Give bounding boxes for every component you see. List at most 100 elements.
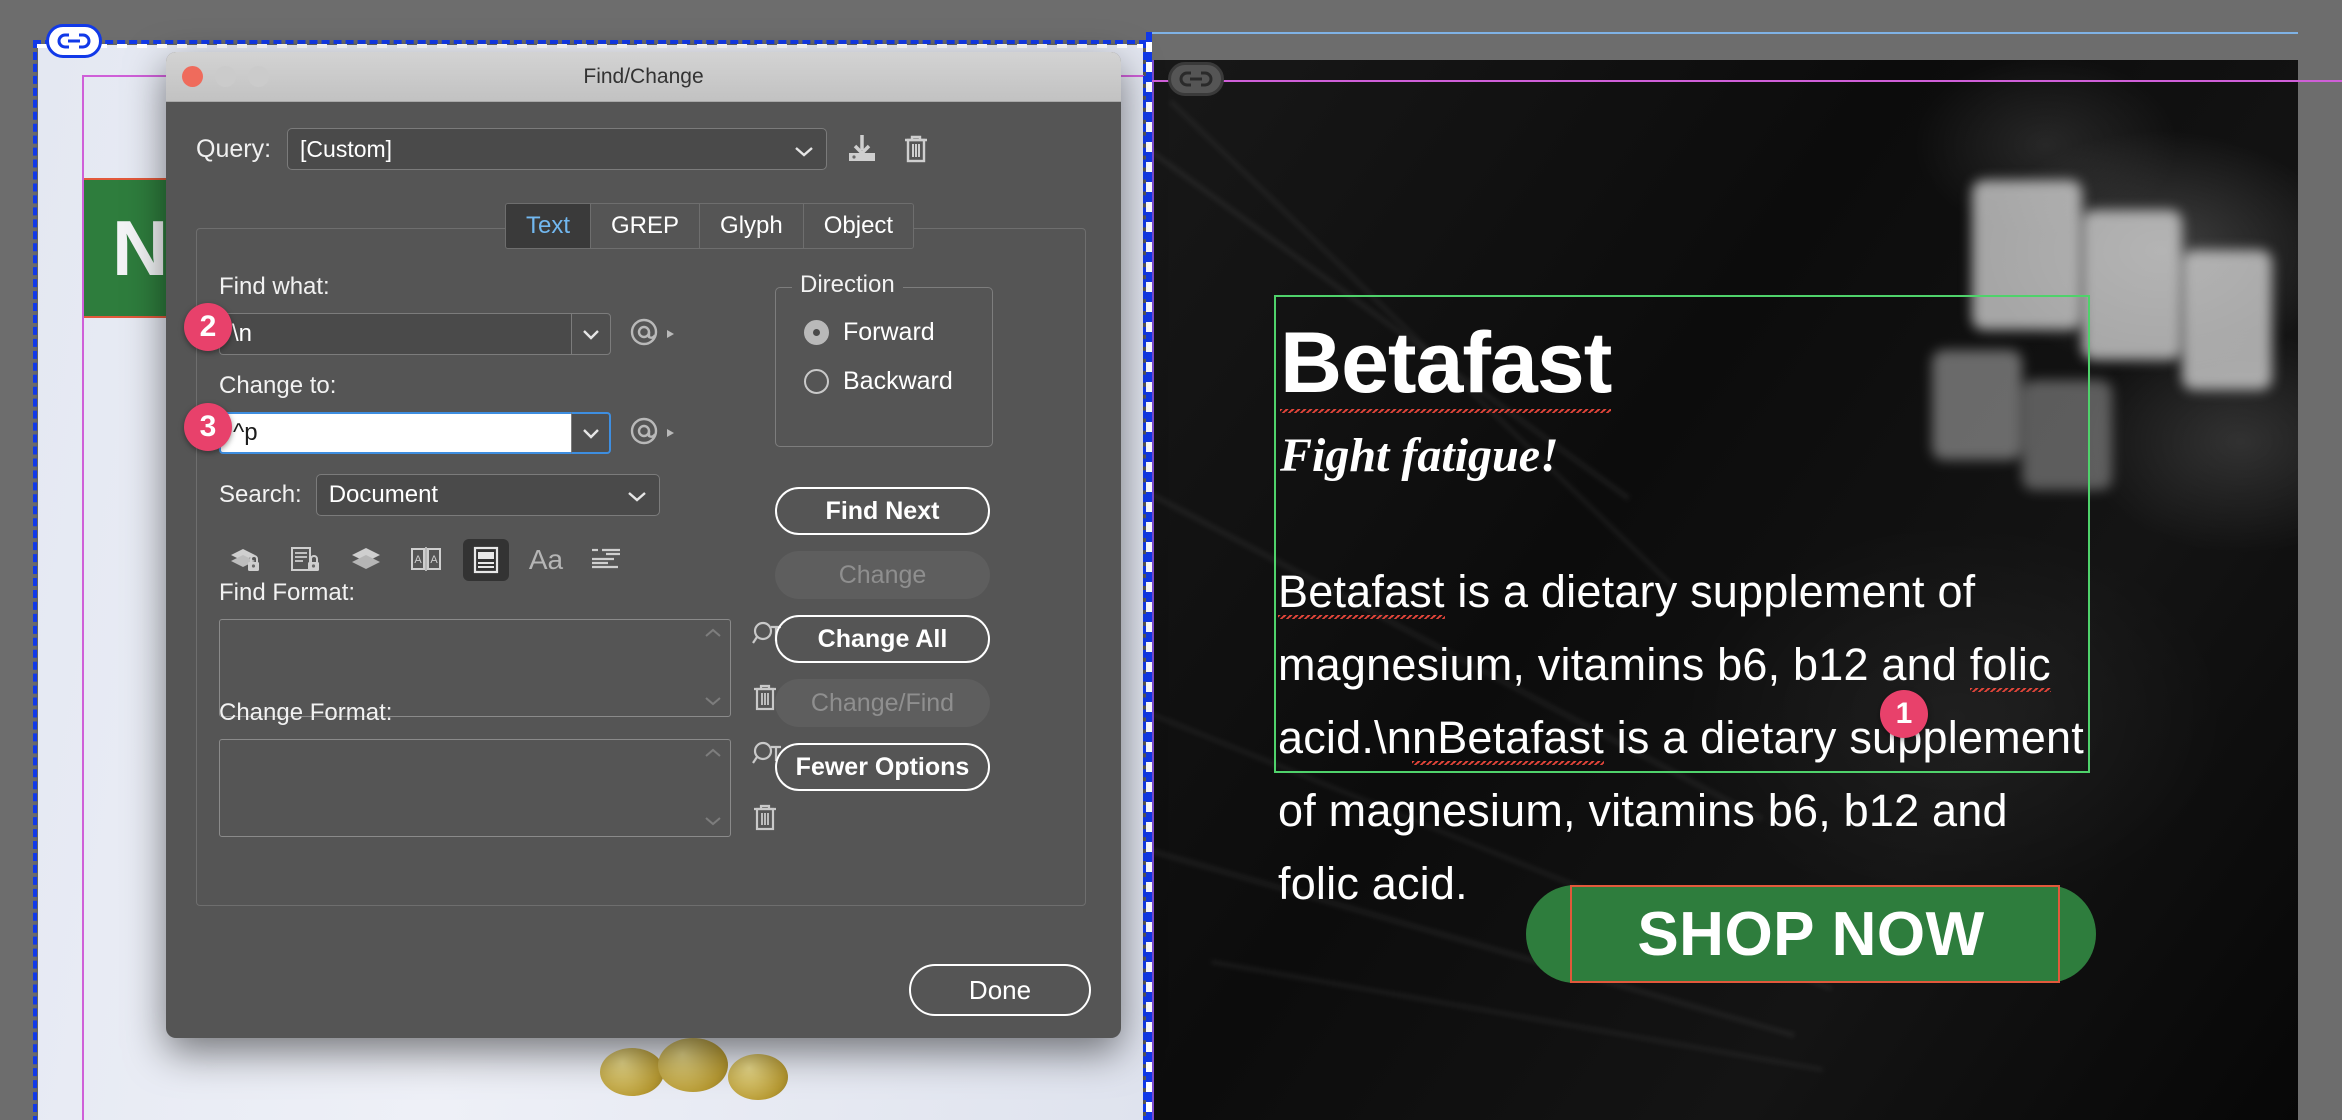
find-next-button[interactable]: Find Next [775,487,990,535]
chevron-down-icon [627,481,647,509]
change-find-button: Change/Find [775,679,990,727]
trash-icon [754,804,776,831]
caret-up-icon [704,745,722,763]
at-sign-icon [630,318,658,346]
change-to-special-chars-button[interactable] [629,416,677,450]
save-query-button[interactable] [843,130,881,168]
search-mode-tabs[interactable]: Text GREP Glyph Object [505,203,915,249]
change-all-button[interactable]: Change All [775,615,990,663]
ad-body-run-4: nBetafast [1411,712,1604,768]
find-what-special-chars-button[interactable] [629,317,677,351]
window-controls[interactable] [182,66,269,87]
tab-text-label: Text [526,212,571,239]
tab-object-label: Object [823,212,894,239]
dialog-body: Query: [Custom] Text GREP Glyph Object F… [166,102,1121,1038]
at-sign-icon [630,417,658,445]
case-sensitive-label: Aa [528,544,564,575]
find-what-input-wrap[interactable]: \n [219,313,611,355]
include-footnotes-icon[interactable] [463,539,509,581]
trash-icon [905,135,928,163]
search-options-icon-row[interactable]: A A Aa [223,539,629,581]
include-locked-stories-icon[interactable] [283,539,329,581]
fewer-options-button[interactable]: Fewer Options [775,743,990,791]
dialog-title: Find/Change [583,64,704,88]
change-to-input-wrap[interactable]: ^p [219,412,611,454]
query-label: Query: [196,134,272,163]
fewer-options-label: Fewer Options [795,752,970,781]
close-button[interactable] [182,66,203,87]
done-label: Done [968,974,1032,1005]
change-to-label: Change to: [219,372,337,399]
ad-title-text: Betafast [1280,315,1612,416]
ad-title: Betafast [1280,315,1612,416]
find-what-group: Find what: \n [219,273,677,355]
options-panel: Text GREP Glyph Object Find what: \n Cha… [196,203,1086,906]
ad-body-text[interactable]: Betafast is a dietary supplement of magn… [1278,555,2096,920]
find-what-label: Find what: [219,273,330,300]
done-button[interactable]: Done [909,964,1091,1016]
query-select[interactable]: [Custom] [287,128,828,170]
change-to-input[interactable]: ^p [219,412,571,454]
shop-now-selection-frame [1570,885,2060,983]
tab-text[interactable]: Text [506,204,592,248]
change-format-label: Change Format: [219,699,393,726]
app-root: NE [0,0,2342,1120]
right-page-top-border [1146,32,2298,34]
clear-change-format-button[interactable] [751,802,785,837]
include-master-pages-icon[interactable]: A A [403,539,449,581]
change-all-label: Change All [817,624,948,653]
tab-object[interactable]: Object [803,204,914,248]
find-change-dialog[interactable]: Find/Change Query: [Custom] Text GREP Gl… [166,52,1121,1038]
ad-subtitle: Fight fatigue! [1280,429,1559,482]
tab-grep[interactable]: GREP [591,204,701,248]
link-chain-icon [57,33,91,49]
change-label: Change [838,560,927,589]
change-find-label: Change/Find [810,688,955,717]
find-what-dropdown-button[interactable] [571,313,611,355]
change-to-dropdown-button[interactable] [571,412,611,454]
search-scope-value: Document [328,481,439,508]
caret-right-icon [667,330,674,338]
include-hidden-layers-icon[interactable] [343,539,389,581]
tab-grep-label: GREP [611,212,680,239]
case-sensitive-icon[interactable]: Aa [523,539,569,581]
include-locked-layers-icon[interactable] [223,539,269,581]
radio-backward-label: Backward [843,367,953,395]
find-what-input[interactable]: \n [219,313,571,355]
change-format-box[interactable] [219,739,731,837]
svg-text:A: A [414,554,422,566]
radio-backward[interactable] [804,369,829,394]
svg-text:A: A [430,554,438,566]
whole-word-icon[interactable] [583,539,629,581]
step-badge-3: 3 [184,403,232,451]
search-label: Search: [219,481,302,508]
tab-glyph-label: Glyph [720,212,783,239]
ad-body-run-3: acid.\n [1278,712,1412,763]
radio-forward[interactable] [804,320,829,345]
change-format-group: Change Format: [219,699,785,837]
search-scope-select[interactable]: Document [315,474,660,516]
save-query-icon [849,135,876,161]
maximize-button[interactable] [248,66,269,87]
link-icon[interactable] [46,24,102,58]
direction-legend: Direction [792,271,903,299]
delete-query-button[interactable] [897,130,935,168]
minimize-button[interactable] [215,66,236,87]
step-badge-1: 1 [1880,690,1928,738]
find-next-label: Find Next [825,496,940,525]
right-link-icon[interactable] [1168,62,1224,96]
direction-forward-option[interactable]: Forward [804,318,992,347]
action-buttons: Find Next Change Change All Change/Find … [775,487,990,791]
find-format-label: Find Format: [219,579,356,606]
caret-down-icon [704,813,722,831]
tab-glyph[interactable]: Glyph [700,204,804,248]
dialog-titlebar[interactable]: Find/Change [166,52,1121,102]
change-button: Change [775,551,990,599]
step-badge-2: 2 [184,303,232,351]
chevron-down-icon [794,136,814,163]
query-value: [Custom] [300,135,393,162]
direction-backward-option[interactable]: Backward [804,367,992,396]
chevron-down-icon [583,329,599,340]
ad-body-run-0: Betafast [1278,566,1445,622]
chevron-down-icon [582,428,599,439]
